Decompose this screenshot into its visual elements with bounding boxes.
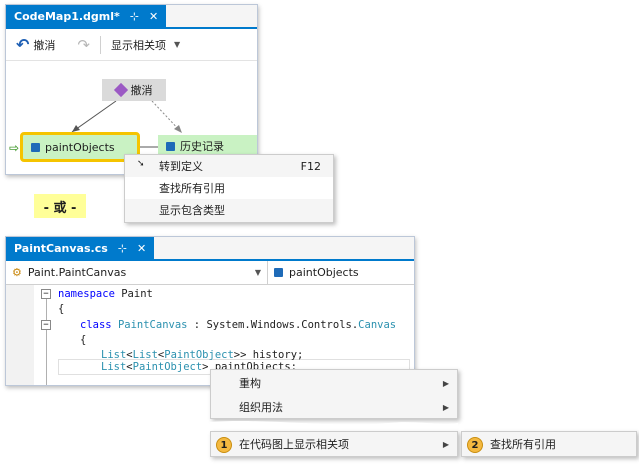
- show-related-label: 显示相关项: [110, 38, 166, 52]
- tab-paintcanvas[interactable]: PaintCanvas.cs ⊹ ✕: [6, 237, 155, 259]
- menu-item-label: 组织用法: [239, 401, 283, 414]
- code-editor-window: PaintCanvas.cs ⊹ ✕ ⚙ Paint.PaintCanvas ▼…: [5, 236, 415, 386]
- editor-navigation-bar: ⚙ Paint.PaintCanvas ▼ paintObjects: [6, 261, 414, 285]
- menu-item-label: 转到定义: [159, 160, 203, 173]
- callout-badge: 1: [216, 437, 232, 453]
- member-dropdown-label: paintObjects: [289, 266, 359, 279]
- menu-item-show-containing-type[interactable]: 显示包含类型: [125, 199, 333, 221]
- entry-arrow-icon: ⇨: [9, 141, 20, 155]
- class-icon: ⚙: [12, 266, 22, 279]
- menu-item-label: 查找所有引用: [159, 182, 225, 195]
- node-undo-label: 撤消: [130, 84, 153, 97]
- code-type: List: [101, 361, 127, 373]
- node-paint-label: paintObjects: [45, 140, 115, 154]
- submenu-find-all-references[interactable]: 2 查找所有引用: [461, 431, 637, 457]
- pin-icon[interactable]: ⊹: [118, 242, 127, 255]
- menu-item-go-to-definition[interactable]: ➘ 转到定义 F12: [125, 155, 333, 177]
- node-history-label: 历史记录: [180, 140, 224, 153]
- type-dropdown[interactable]: ⚙ Paint.PaintCanvas ▼: [6, 261, 268, 284]
- menu-item-organize-usings[interactable]: 组织用法 ▶: [211, 396, 457, 418]
- tab-title: CodeMap1.dgml*: [14, 9, 120, 23]
- menu-shortcut: F12: [300, 159, 321, 173]
- menu-item-label: 在代码图上显示相关项: [239, 438, 349, 451]
- collapse-icon[interactable]: −: [41, 289, 51, 299]
- callout-badge: 2: [467, 437, 483, 453]
- close-icon[interactable]: ✕: [149, 10, 158, 23]
- chevron-down-icon: ▼: [254, 268, 261, 277]
- code-line: {: [80, 334, 87, 346]
- redo-button[interactable]: ↷: [75, 34, 92, 56]
- pin-icon[interactable]: ⊹: [130, 10, 139, 23]
- outline-line: [46, 297, 47, 385]
- menu-item-label: 查找所有引用: [490, 438, 556, 451]
- arrowhead-icon: [174, 125, 182, 133]
- submenu-arrow-icon: ▶: [442, 402, 449, 412]
- editor-tabbar: PaintCanvas.cs ⊹ ✕: [6, 237, 414, 261]
- or-label: - 或 -: [34, 194, 86, 218]
- code-type: Canvas: [358, 319, 397, 331]
- code-map-tabbar: CodeMap1.dgml* ⊹ ✕: [6, 5, 257, 29]
- menu-item-label: 显示包含类型: [159, 204, 225, 217]
- line-gutter: [6, 285, 34, 385]
- method-icon: [113, 82, 128, 98]
- link-undo-paint: [71, 100, 117, 133]
- arrowhead-icon: [72, 125, 80, 132]
- code-map-window: CodeMap1.dgml* ⊹ ✕ ↶ 撤消 ↷ 显示相关项 ▼ 撤消 ⇨ p…: [5, 4, 258, 175]
- menu-item-show-on-code-map[interactable]: 1 在代码图上显示相关项 ▶: [210, 431, 458, 457]
- code-line: class PaintCanvas : System.Windows.Contr…: [80, 318, 396, 333]
- show-related-dropdown[interactable]: 显示相关项 ▼: [109, 34, 182, 56]
- collapse-icon[interactable]: −: [41, 320, 51, 330]
- code-text: : System.Windows.Controls.: [187, 319, 359, 331]
- code-keyword: class: [80, 319, 112, 331]
- node-undo[interactable]: 撤消: [102, 79, 166, 101]
- undo-label: 撤消: [33, 38, 56, 52]
- close-icon[interactable]: ✕: [137, 242, 146, 255]
- menu-item-refactor[interactable]: 重构 ▶: [211, 372, 457, 394]
- field-icon: [31, 142, 40, 152]
- type-dropdown-label: Paint.PaintCanvas: [27, 266, 127, 279]
- submenu-arrow-icon: ▶: [442, 378, 449, 388]
- menu-item-label: 重构: [239, 377, 261, 390]
- field-icon: [166, 141, 175, 151]
- field-icon: [274, 268, 283, 277]
- undo-button[interactable]: ↶ 撤消: [14, 34, 57, 56]
- editor-context-menu: 重构 ▶ 组织用法 ▶: [210, 369, 458, 419]
- node-paint-objects[interactable]: paintObjects: [20, 132, 140, 162]
- submenu-arrow-icon: ▶: [442, 439, 449, 449]
- redo-icon: ↷: [77, 35, 90, 54]
- chevron-down-icon: ▼: [173, 40, 181, 49]
- code-line: {: [58, 303, 65, 315]
- code-type: PaintObject: [132, 361, 203, 373]
- torn-edge: [210, 421, 638, 432]
- toolbar-divider: [99, 35, 101, 54]
- member-dropdown[interactable]: paintObjects: [268, 261, 414, 284]
- code-map-context-menu: ➘ 转到定义 F12 查找所有引用 显示包含类型: [124, 154, 334, 223]
- go-to-definition-icon: ➘: [137, 159, 145, 169]
- menu-item-find-all-references[interactable]: 查找所有引用: [125, 177, 333, 199]
- code-text: Paint: [114, 288, 153, 300]
- undo-icon: ↶: [16, 35, 30, 54]
- code-type: PaintCanvas: [117, 319, 188, 331]
- code-line: namespace Paint: [58, 287, 153, 302]
- code-map-toolbar: ↶ 撤消 ↷ 显示相关项 ▼: [6, 29, 257, 61]
- tab-title: PaintCanvas.cs: [14, 241, 108, 255]
- code-keyword: namespace: [58, 288, 115, 300]
- tab-codemap[interactable]: CodeMap1.dgml* ⊹ ✕: [6, 5, 167, 27]
